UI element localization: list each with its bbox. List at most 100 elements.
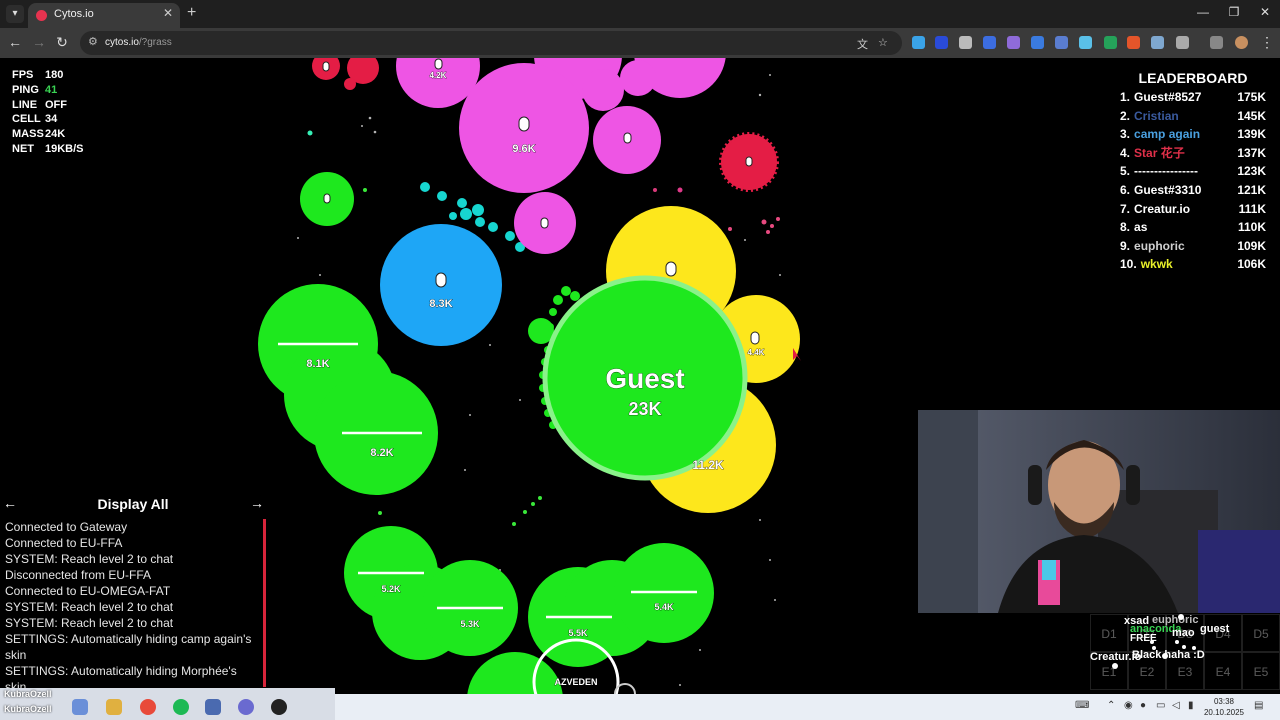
address-bar[interactable]: ⚙ cytos.io/?grass 文 ☆ — [80, 31, 902, 55]
leaderboard-score: 139K — [1237, 127, 1266, 142]
chat-message: Connected to EU-FFA — [5, 536, 123, 550]
cell-mass-label: 11.2K — [692, 458, 724, 472]
extension-icon[interactable] — [1007, 36, 1020, 49]
taskbar-app-icon[interactable] — [238, 699, 254, 715]
extension-icon[interactable] — [983, 36, 996, 49]
stream-user-label: KubraOzell — [4, 689, 52, 699]
leaderboard-name: wkwk — [1140, 257, 1173, 272]
extension-icon[interactable] — [1127, 36, 1140, 49]
cell-mass-label: 8.2K — [370, 447, 393, 459]
chat-message: SYSTEM: Reach level 2 to chat — [5, 600, 174, 614]
tray-chevron-icon[interactable]: ⌃ — [1107, 700, 1115, 711]
extension-icon[interactable] — [1151, 36, 1164, 49]
browser-tab[interactable]: Cytos.io ✕ — [28, 3, 180, 28]
leaderboard-rank: 7. — [1120, 201, 1131, 216]
minimap-name: guest — [1200, 623, 1230, 635]
cell-mass-label: 5.4K — [654, 602, 674, 612]
chrome-icon[interactable] — [140, 699, 156, 715]
extension-icon[interactable] — [1079, 36, 1092, 49]
clock-time: 03:38 — [1213, 697, 1234, 706]
chat-log: Connected to Gateway Connected to EU-FFA S… — [5, 519, 259, 695]
chat-scrollbar[interactable] — [263, 519, 266, 687]
cytos-favicon-icon — [36, 10, 47, 21]
extension-icon[interactable] — [1104, 36, 1117, 49]
file-explorer-icon[interactable] — [106, 699, 122, 715]
minimize-button[interactable]: — — [1193, 5, 1213, 19]
tray-icon[interactable]: ◉ — [1124, 700, 1133, 711]
stat-fps: FPS 180 — [12, 69, 64, 81]
forward-button[interactable]: → — [30, 34, 48, 50]
leaderboard-entry: 9. euphoric — [1120, 237, 1185, 256]
player-mass: 23K — [628, 399, 661, 419]
back-button[interactable]: ← — [6, 34, 24, 50]
leaderboard-entry: 2. Cristian — [1120, 107, 1179, 126]
taskbar-app-icon[interactable] — [205, 699, 221, 715]
url-text: cytos.io/?grass — [105, 37, 172, 48]
extensions-puzzle-icon[interactable] — [1176, 36, 1189, 49]
obs-icon[interactable] — [271, 699, 287, 715]
leaderboard-row: 8. as 110K — [1120, 218, 1266, 237]
leaderboard-score: 123K — [1237, 164, 1266, 179]
leaderboard-row: 7. Creatur.io 111K — [1120, 200, 1266, 219]
extension-shield-icon[interactable] — [912, 36, 925, 49]
browser-toolbar: ← → ↻ ⚙ cytos.io/?grass 文 ☆ ⋮ — [0, 28, 1280, 58]
chat-message: Connected to EU-OMEGA-FAT — [5, 584, 171, 598]
microphone-icon[interactable]: ● — [1140, 700, 1146, 711]
translate-icon[interactable]: 文 — [857, 36, 868, 52]
leaderboard-entry: 5. ---------------- — [1120, 162, 1198, 181]
leaderboard-row: 1. Guest#8527 175K — [1120, 88, 1266, 107]
spotify-icon[interactable] — [173, 699, 189, 715]
leaderboard-score: 121K — [1237, 182, 1266, 197]
new-tab-button[interactable]: + — [187, 4, 196, 22]
reload-button[interactable]: ↻ — [53, 34, 71, 51]
extension-icon[interactable] — [1031, 36, 1044, 49]
minimap-overlay: xsad euphoric anaconda guest mao Black h… — [1090, 614, 1230, 669]
player-name: Guest — [605, 363, 684, 394]
restore-button[interactable]: ❐ — [1224, 5, 1244, 19]
chat-filter-title[interactable]: Display All — [0, 496, 266, 512]
extension-icon[interactable] — [935, 36, 948, 49]
chat-next-arrow-icon[interactable]: → — [250, 495, 264, 511]
battery-icon[interactable]: ▮ — [1188, 700, 1194, 711]
browser-menu-icon[interactable]: ⋮ — [1258, 34, 1276, 51]
reading-list-icon[interactable] — [1210, 36, 1223, 49]
clock-date: 20.10.2025 — [1203, 708, 1244, 717]
leaderboard-score: 145K — [1237, 108, 1266, 123]
stat-mass: MASS 24K — [12, 128, 66, 141]
leaderboard-rank: 5. — [1120, 164, 1131, 179]
leaderboard-row: 9. euphoric 109K — [1120, 237, 1266, 256]
volume-icon[interactable]: ◁ — [1172, 700, 1180, 711]
leaderboard-score: 109K — [1237, 238, 1266, 253]
bookmark-star-icon[interactable]: ☆ — [878, 36, 888, 49]
stats-panel: FPS 180 PING 41 LINE OFF CELL 34 MASS 24K NET… — [12, 68, 84, 157]
close-window-button[interactable]: ✕ — [1255, 5, 1275, 19]
site-info-icon[interactable]: ⚙ — [88, 35, 98, 48]
profile-avatar[interactable] — [1235, 36, 1248, 49]
notifications-icon[interactable]: ▤ — [1254, 700, 1263, 711]
minimap-name: mao — [1172, 627, 1195, 639]
leaderboard-name: Guest#8527 — [1134, 90, 1202, 104]
tab-close-icon[interactable]: ✕ — [163, 6, 173, 20]
network-icon[interactable]: ▭ — [1156, 700, 1165, 711]
cell-mass-label: 4.2K — [430, 71, 447, 80]
extension-icon[interactable] — [1055, 36, 1068, 49]
leaderboard-row: 3. camp again 139K — [1120, 125, 1266, 144]
leaderboard-entry: 8. as — [1120, 218, 1147, 237]
extension-icon[interactable] — [959, 36, 972, 49]
leaderboard-row: 10. wkwk 106K — [1120, 255, 1266, 274]
keyboard-icon[interactable]: ⌨ — [1075, 700, 1089, 711]
leaderboard-entry: 4. Star 花子 — [1120, 144, 1185, 163]
chat-message: SYSTEM: Reach level 2 to chat — [5, 616, 174, 630]
taskbar-app-icon[interactable] — [72, 699, 88, 715]
leaderboard-name: Creatur.io — [1134, 201, 1191, 216]
cell-name-label: AZVEDEN — [554, 677, 597, 687]
system-clock[interactable]: 03:38 20.10.2025 — [1204, 696, 1244, 718]
leaderboard-entry: 3. camp again — [1120, 125, 1200, 144]
cell-mass-label: 5.3K — [460, 619, 480, 629]
tab-list-button[interactable]: ▾ — [6, 5, 24, 23]
leaderboard-rank: 10. — [1120, 257, 1137, 272]
leaderboard-entry: 1. Guest#8527 — [1120, 88, 1201, 107]
minimap-name: Creatur.io — [1090, 651, 1142, 663]
cell-mass-label: 4.4K — [748, 348, 765, 357]
chat-message: Connected to Gateway — [5, 520, 128, 534]
